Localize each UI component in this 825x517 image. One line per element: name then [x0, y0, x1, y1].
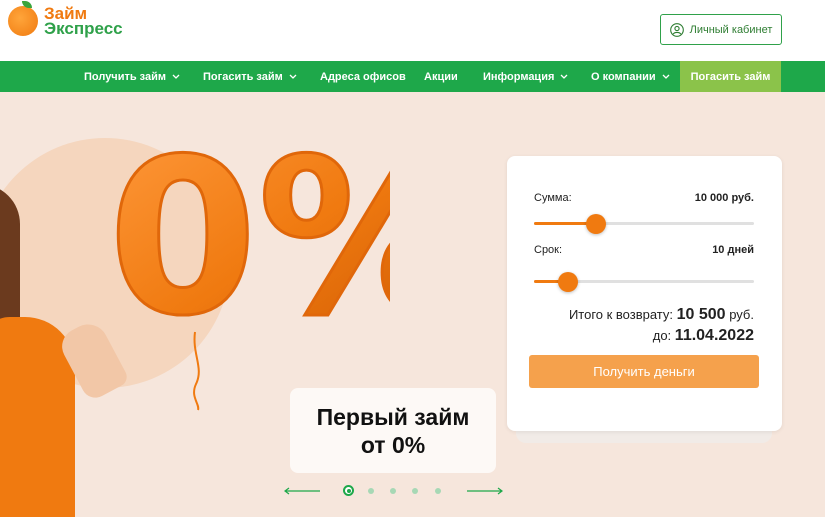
nav-item-offices[interactable]: Адреса офисов	[320, 61, 406, 92]
term-slider[interactable]	[534, 272, 754, 292]
total-to-return: Итого к возврату: 10 500 руб.	[569, 306, 754, 324]
promo-card: Первый займ от 0%	[290, 388, 496, 473]
term-row: Срок: 10 дней	[534, 244, 754, 256]
logo-text-line2: Экспресс	[44, 19, 123, 38]
total-currency: руб.	[729, 307, 754, 322]
orange-logo-icon	[8, 1, 38, 36]
amount-value: 10 000 руб.	[694, 192, 754, 204]
personal-account-button[interactable]: Личный кабинет	[660, 14, 782, 45]
hero-banner: 0% Первый займ от 0% Сумма: 10 000 руб. …	[0, 92, 825, 517]
promo-title: Первый займ	[316, 403, 470, 430]
nav-item-label: Информация	[483, 70, 555, 83]
loan-calculator: Сумма: 10 000 руб. Срок: 10 дней Итого к…	[507, 156, 782, 431]
nav-item-label: Получить займ	[84, 70, 167, 83]
arrow-left-icon[interactable]	[283, 487, 321, 495]
nav-item-label: Погасить займ	[203, 70, 283, 83]
site-header: Займ Экспресс Личный кабинет	[0, 0, 825, 61]
due-label: до:	[652, 328, 672, 343]
nav-item-promotions[interactable]: Акции	[424, 61, 458, 92]
total-amount: 10 500	[676, 306, 726, 323]
nav-item-repay-loan[interactable]: Погасить займ	[203, 61, 297, 92]
personal-account-label: Личный кабинет	[689, 23, 773, 36]
carousel-dot-2[interactable]	[368, 488, 374, 494]
due-date-line: до: 11.04.2022	[653, 327, 754, 345]
nav-item-label: Адреса офисов	[320, 70, 406, 83]
amount-row: Сумма: 10 000 руб.	[534, 192, 754, 204]
amount-slider[interactable]	[534, 214, 754, 234]
nav-item-information[interactable]: Информация	[483, 61, 568, 92]
term-slider-handle[interactable]	[558, 272, 579, 292]
term-label: Срок:	[534, 244, 563, 256]
total-label: Итого к возврату:	[568, 307, 674, 322]
amount-slider-handle[interactable]	[585, 214, 606, 234]
term-value: 10 дней	[712, 244, 754, 256]
carousel-dot-4[interactable]	[412, 488, 418, 494]
promo-subtitle: от 0%	[360, 431, 426, 458]
nav-item-label: О компании	[591, 70, 656, 83]
user-icon	[669, 22, 684, 37]
arrow-right-icon[interactable]	[466, 487, 504, 495]
balloon-zero-glyph: 0%	[108, 112, 390, 363]
nav-item-get-loan[interactable]: Получить займ	[84, 61, 180, 92]
chevron-down-icon	[560, 74, 568, 79]
nav-item-label: Акции	[424, 70, 458, 83]
nav-item-about[interactable]: О компании	[591, 61, 670, 92]
chevron-down-icon	[289, 74, 297, 79]
carousel-dot-1[interactable]	[343, 485, 354, 496]
main-nav: Получить займ Погасить займ Адреса офисо…	[0, 61, 825, 92]
nav-repay-loan-button[interactable]: Погасить займ	[680, 61, 781, 92]
chevron-down-icon	[172, 74, 180, 79]
logo[interactable]: Займ Экспресс	[8, 1, 123, 38]
carousel-dot-5[interactable]	[435, 488, 441, 494]
get-money-button[interactable]: Получить деньги	[529, 355, 759, 388]
carousel-dot-3[interactable]	[390, 488, 396, 494]
balloon-zero-percent-image: 0%	[107, 111, 390, 411]
due-date: 11.04.2022	[674, 327, 754, 344]
chevron-down-icon	[662, 74, 670, 79]
amount-label: Сумма:	[534, 192, 572, 204]
